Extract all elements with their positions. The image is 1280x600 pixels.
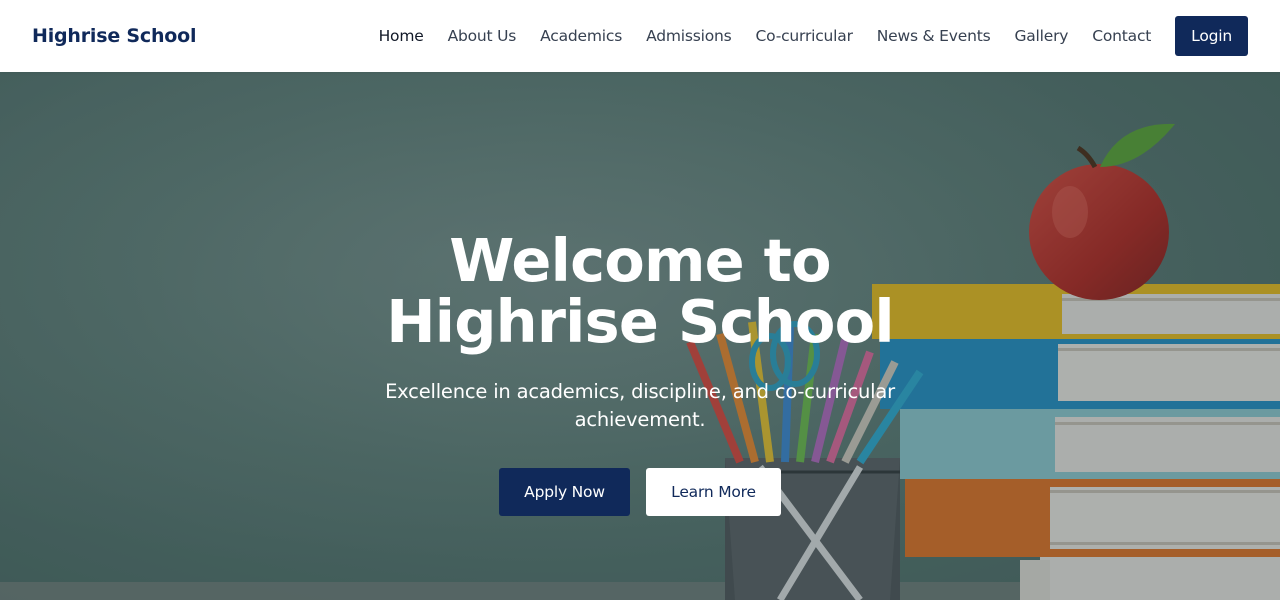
nav-admissions[interactable]: Admissions	[646, 27, 732, 45]
nav-about-us[interactable]: About Us	[448, 27, 517, 45]
nav-news-events[interactable]: News & Events	[877, 27, 991, 45]
nav-academics[interactable]: Academics	[540, 27, 622, 45]
brand-logo-text[interactable]: Highrise School	[32, 25, 197, 47]
nav-home[interactable]: Home	[379, 27, 424, 45]
hero-title: Welcome to Highrise School	[386, 226, 894, 356]
nav-co-curricular[interactable]: Co-curricular	[756, 27, 853, 45]
hero-actions: Apply Now Learn More	[320, 468, 960, 516]
apply-now-button[interactable]: Apply Now	[499, 468, 630, 516]
hero-section: Welcome to Highrise School Excellence in…	[0, 72, 1280, 600]
nav-contact[interactable]: Contact	[1092, 27, 1151, 45]
nav-gallery[interactable]: Gallery	[1014, 27, 1068, 45]
main-nav: Home About Us Academics Admissions Co-cu…	[355, 16, 1248, 56]
hero-subtitle: Excellence in academics, discipline, and…	[385, 380, 895, 431]
login-button[interactable]: Login	[1175, 16, 1248, 56]
learn-more-button[interactable]: Learn More	[646, 468, 781, 516]
site-header: Highrise School Home About Us Academics …	[0, 0, 1280, 72]
hero-content: Welcome to Highrise School Excellence in…	[320, 230, 960, 516]
